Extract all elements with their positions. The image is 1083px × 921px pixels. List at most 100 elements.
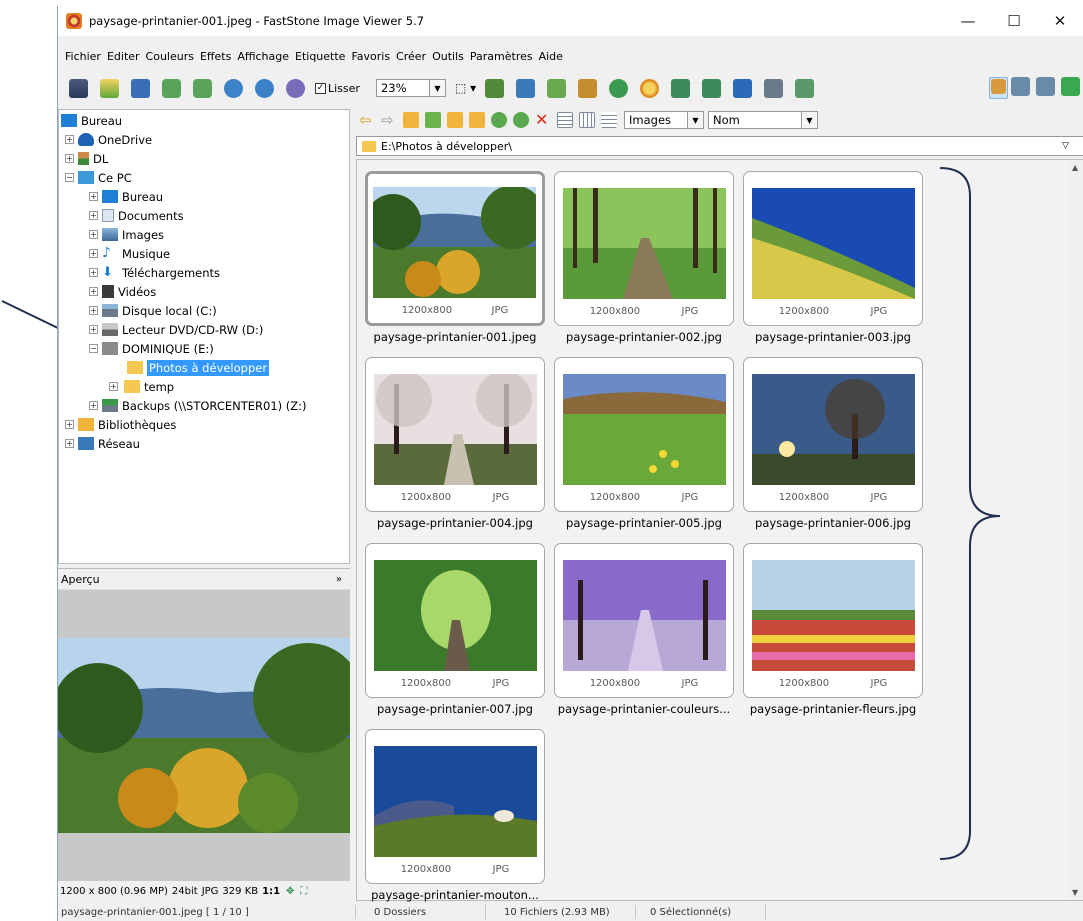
scroll-down-icon[interactable]: ▼ bbox=[1072, 888, 1078, 897]
tree-item-telechargements[interactable]: + ⬇ Téléchargements bbox=[89, 263, 220, 282]
expand-icon[interactable]: + bbox=[89, 306, 98, 315]
menu-creer[interactable]: Créer bbox=[393, 50, 429, 63]
compare-icon[interactable] bbox=[516, 78, 536, 98]
previous-icon[interactable] bbox=[162, 78, 181, 98]
thumbnail-card[interactable]: 1200x800 JPG paysage-printanier-007.jpg bbox=[365, 543, 545, 716]
collapse-icon[interactable]: » bbox=[336, 574, 342, 585]
move-to-icon[interactable] bbox=[513, 112, 529, 128]
fullscreen-icon[interactable] bbox=[1061, 77, 1080, 96]
tree-item-musique[interactable]: + ♪ Musique bbox=[89, 244, 170, 263]
collapse-icon[interactable]: − bbox=[89, 344, 98, 353]
slideshow-icon[interactable] bbox=[485, 78, 505, 98]
tree-item-lecteur-dvd[interactable]: + Lecteur DVD/CD-RW (D:) bbox=[89, 320, 263, 339]
expand-icon[interactable]: + bbox=[89, 325, 98, 334]
tree-item-ce-pc[interactable]: − Ce PC bbox=[65, 168, 132, 187]
vertical-scrollbar[interactable]: ▲ ▼ bbox=[1069, 160, 1083, 900]
zoom-in-icon[interactable] bbox=[224, 78, 243, 98]
file-type-select[interactable]: Images ▼ bbox=[624, 111, 704, 129]
zoom-select[interactable]: 23% ▼ bbox=[375, 79, 446, 97]
menu-editer[interactable]: Editer bbox=[104, 50, 143, 63]
tree-item-images[interactable]: + Images bbox=[89, 225, 164, 244]
tree-item-reseau[interactable]: + Réseau bbox=[65, 434, 140, 453]
maximize-button[interactable]: ☐ bbox=[991, 6, 1037, 36]
print-icon[interactable] bbox=[764, 78, 784, 98]
tree-item-photos-a-developper[interactable]: Photos à développer bbox=[127, 358, 270, 377]
menu-fichier[interactable]: Fichier bbox=[62, 50, 104, 63]
expand-icon[interactable]: ⛶ bbox=[300, 886, 307, 897]
menu-effets[interactable]: Effets bbox=[197, 50, 234, 63]
minimize-button[interactable]: — bbox=[945, 6, 991, 36]
tree-item-backups[interactable]: + Backups (\\STORCENTER01) (Z:) bbox=[89, 396, 307, 415]
selection-tool[interactable]: ⬚ ▾ bbox=[452, 81, 479, 95]
details-view-icon[interactable] bbox=[601, 112, 617, 128]
delete-icon[interactable]: ✕ bbox=[535, 112, 551, 128]
thumbnail-card[interactable]: 1200x800 JPG paysage-printanier-005.jpg bbox=[554, 357, 734, 530]
expand-icon[interactable]: + bbox=[89, 211, 98, 220]
tree-item-bibliotheques[interactable]: + Bibliothèques bbox=[65, 415, 176, 434]
thumbnail-card[interactable]: 1200x800 JPG paysage-printanier-004.jpg bbox=[365, 357, 545, 530]
resize-icon[interactable] bbox=[578, 78, 598, 98]
menu-parametres[interactable]: Paramètres bbox=[467, 50, 536, 63]
expand-icon[interactable]: + bbox=[89, 268, 98, 277]
thumbnail-card[interactable]: 1200x800 JPG paysage-printanier-001.jpeg bbox=[365, 171, 545, 344]
expand-icon[interactable]: + bbox=[89, 230, 98, 239]
rotate-right-icon[interactable] bbox=[702, 78, 722, 98]
expand-icon[interactable]: + bbox=[89, 192, 98, 201]
tree-item-videos[interactable]: + Vidéos bbox=[89, 282, 156, 301]
thumbnail-card[interactable]: 1200x800 JPG paysage-printanier-mouton..… bbox=[365, 729, 545, 902]
list-view-icon[interactable] bbox=[579, 112, 595, 128]
thumbnail-card[interactable]: 1200x800 JPG paysage-printanier-003.jpg bbox=[743, 171, 923, 344]
actual-size-icon[interactable] bbox=[286, 78, 305, 98]
expand-icon[interactable]: + bbox=[65, 439, 74, 448]
refresh-folder-icon[interactable] bbox=[425, 112, 441, 128]
thumbnail-card[interactable]: 1200x800 JPG paysage-printanier-002.jpg bbox=[554, 171, 734, 344]
copy-to-icon[interactable] bbox=[491, 112, 507, 128]
menu-couleurs[interactable]: Couleurs bbox=[143, 50, 197, 63]
fit-icon[interactable]: ✥ bbox=[286, 886, 294, 897]
expand-icon[interactable]: + bbox=[89, 287, 98, 296]
collapse-icon[interactable]: − bbox=[65, 173, 74, 182]
layout-browser-button[interactable] bbox=[989, 77, 1008, 99]
preview-layout-icon[interactable] bbox=[1036, 77, 1055, 96]
zoom-out-icon[interactable] bbox=[255, 78, 274, 98]
camera-icon[interactable] bbox=[69, 78, 88, 98]
thumbnail-layout-icon[interactable] bbox=[1011, 77, 1030, 96]
email-icon[interactable] bbox=[733, 78, 753, 98]
crop-icon[interactable] bbox=[547, 78, 567, 98]
tree-item-disque-local[interactable]: + Disque local (C:) bbox=[89, 301, 217, 320]
effects-icon[interactable] bbox=[640, 78, 660, 98]
scroll-up-icon[interactable]: ▲ bbox=[1072, 163, 1078, 172]
parent-folder-icon[interactable] bbox=[403, 112, 419, 128]
tree-item-onedrive[interactable]: + OneDrive bbox=[65, 130, 152, 149]
menu-etiquette[interactable]: Etiquette bbox=[292, 50, 348, 63]
save-icon[interactable] bbox=[131, 78, 150, 98]
expand-icon[interactable]: + bbox=[65, 135, 74, 144]
rotate-left-icon[interactable] bbox=[671, 78, 691, 98]
expand-icon[interactable]: + bbox=[65, 420, 74, 429]
thumbnail-card[interactable]: 1200x800 JPG paysage-printanier-couleurs… bbox=[554, 543, 734, 716]
tree-item-temp[interactable]: + temp bbox=[109, 377, 174, 396]
tree-item-bureau-root[interactable]: Bureau bbox=[61, 111, 122, 130]
thumbnail-card[interactable]: 1200x800 JPG paysage-printanier-fleurs.j… bbox=[743, 543, 923, 716]
chevron-down-icon[interactable]: ▽ bbox=[1062, 141, 1069, 151]
favorite-folder-icon[interactable] bbox=[447, 112, 463, 128]
wallpaper-icon[interactable] bbox=[795, 78, 815, 98]
expand-icon[interactable]: + bbox=[89, 401, 98, 410]
tree-item-bureau[interactable]: + Bureau bbox=[89, 187, 163, 206]
sort-select[interactable]: Nom ▼ bbox=[708, 111, 818, 129]
expand-icon[interactable]: + bbox=[65, 154, 74, 163]
close-button[interactable]: ✕ bbox=[1037, 6, 1083, 36]
menu-favoris[interactable]: Favoris bbox=[348, 50, 393, 63]
next-icon[interactable] bbox=[193, 78, 212, 98]
smooth-checkbox[interactable]: ✓ Lisser bbox=[315, 82, 360, 95]
forward-arrow-icon[interactable]: ⇨ bbox=[381, 112, 397, 128]
ratio-button[interactable]: 1:1 bbox=[262, 886, 280, 897]
tree-item-documents[interactable]: + Documents bbox=[89, 206, 184, 225]
expand-icon[interactable]: + bbox=[109, 382, 118, 391]
address-bar[interactable]: E:\Photos à développer\ ▽ bbox=[356, 136, 1083, 156]
thumbnail-card[interactable]: 1200x800 JPG paysage-printanier-006.jpg bbox=[743, 357, 923, 530]
expand-icon[interactable]: + bbox=[89, 249, 98, 258]
red-eye-icon[interactable] bbox=[609, 78, 629, 98]
tree-item-dominique[interactable]: − DOMINIQUE (E:) bbox=[89, 339, 214, 358]
new-folder-icon[interactable] bbox=[469, 112, 485, 128]
